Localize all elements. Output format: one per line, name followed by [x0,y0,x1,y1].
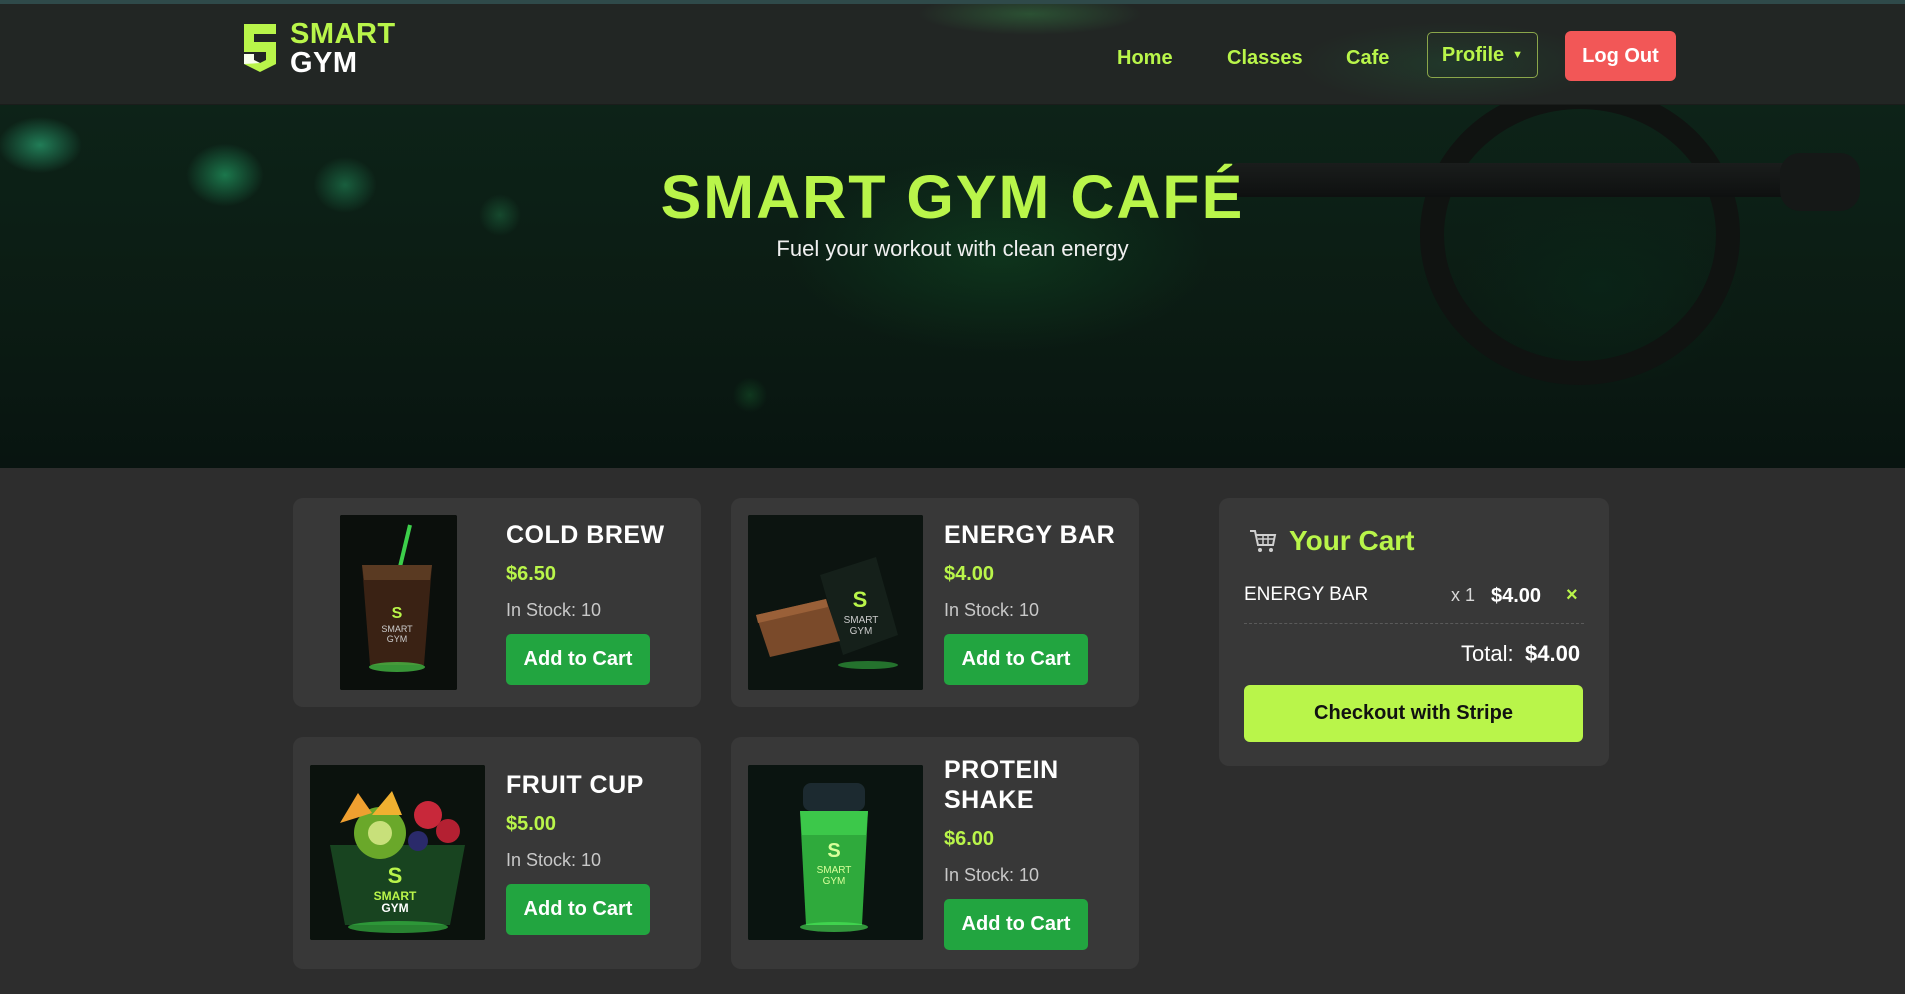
cold-brew-cup-icon: S SMART GYM [340,515,457,690]
product-stock: In Stock: 10 [506,850,602,870]
logout-button[interactable]: Log Out [1565,31,1676,81]
hero-banner [0,105,1905,468]
cart-divider [1244,623,1584,624]
energy-bar-image: S SMART GYM [748,515,923,690]
product-stock: In Stock: 10 [506,600,602,620]
product-stock: In Stock: 10 [944,865,1040,885]
logo-s-shield-icon [244,24,276,72]
fruit-cup-icon: S SMART GYM [310,765,485,940]
cold-brew-logo-smart: SMART [381,624,413,634]
cart-item-price: $4.00 [1491,585,1542,607]
energy-bar-logo-gym: GYM [850,626,873,637]
cart-total-value: $4.00 [1525,641,1581,666]
hero-subtitle: Fuel your workout with clean energy [776,236,1129,261]
protein-shake-icon: S SMART GYM [748,765,923,940]
checkout-with-stripe-button[interactable]: Checkout with Stripe [1244,685,1583,742]
smart-gym-logo[interactable]: SMART GYM [238,18,398,80]
profile-dropdown-button[interactable]: Profile ▼ [1427,32,1538,78]
cart-item-name: ENERGY BAR [1244,584,1369,605]
product-price: $5.00 [506,813,557,835]
protein-shake-logo-gym: GYM [823,876,846,887]
hero-title: SMART GYM CAFÉ [660,163,1245,231]
logo-wordmark: SMART GYM [290,20,396,78]
energy-bar-logo-smart: SMART [844,615,879,626]
product-price: $6.00 [944,828,995,850]
profile-label: Profile [1441,43,1505,66]
add-to-cart-button[interactable]: Add to Cart [506,634,650,685]
product-name: COLD BREW [506,521,665,549]
cart-item-qty: x 1 [1451,585,1476,605]
nav-link-classes[interactable]: Classes [1227,46,1303,70]
energy-bar-icon: S SMART GYM [748,515,923,690]
product-card-cold-brew: S SMART GYM COLD BREW $6.50 In Stock: 10… [293,498,701,707]
add-to-cart-button[interactable]: Add to Cart [944,899,1088,950]
remove-item-close-icon[interactable]: × [1566,584,1578,606]
nav-link-cafe[interactable]: Cafe [1346,46,1389,70]
product-card-protein-shake: S SMART GYM PROTEIN SHAKE $6.00 In Stock… [731,737,1139,969]
product-card-fruit-cup: S SMART GYM FRUIT CUP $5.00 In Stock: 10… [293,737,701,969]
cart-panel: Your Cart ENERGY BAR x 1 $4.00 × Total: … [1219,498,1609,766]
fruit-cup-logo-gym: GYM [381,901,408,915]
product-price: $6.50 [506,563,557,585]
product-name: FRUIT CUP [506,771,644,799]
svg-text:S: S [388,863,403,888]
cart-title: Your Cart [1289,525,1415,556]
cart-total-label: Total: [1461,641,1514,666]
logo-line-smart: SMART [290,18,396,50]
svg-text:S: S [853,587,868,612]
nav-link-home[interactable]: Home [1117,46,1173,70]
navbar: SMART GYM Home Classes Cafe Profile ▼ Lo… [0,4,1905,105]
protein-shake-logo-smart: SMART [817,865,852,876]
caret-down-icon: ▼ [1512,49,1524,61]
cold-brew-logo-gym: GYM [387,634,408,644]
add-to-cart-button[interactable]: Add to Cart [506,884,650,935]
svg-text:S: S [392,605,403,622]
product-name-line2: SHAKE [944,786,1035,814]
fruit-cup-image: S SMART GYM [310,765,485,940]
product-stock: In Stock: 10 [944,600,1040,620]
svg-text:S: S [827,840,840,862]
add-to-cart-button[interactable]: Add to Cart [944,634,1088,685]
cart-icon [1250,530,1277,552]
cold-brew-image: S SMART GYM [340,515,457,690]
logo-line-gym: GYM [290,47,358,79]
product-name: ENERGY BAR [944,521,1116,549]
product-card-energy-bar: S SMART GYM ENERGY BAR $4.00 In Stock: 1… [731,498,1139,707]
product-name-line1: PROTEIN [944,756,1059,784]
product-price: $4.00 [944,563,995,585]
protein-shake-image: S SMART GYM [748,765,923,940]
